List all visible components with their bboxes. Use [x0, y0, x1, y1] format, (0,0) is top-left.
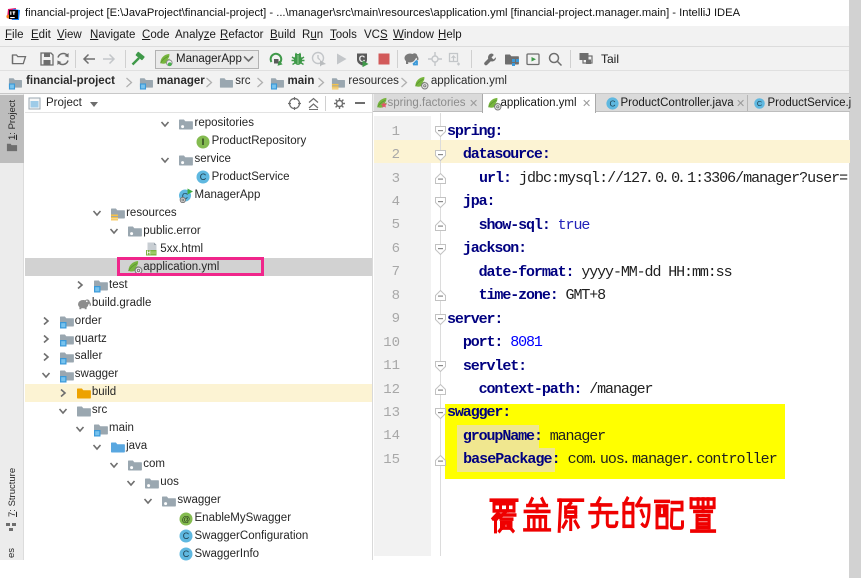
- svg-text:C: C: [183, 549, 190, 559]
- svg-text:C: C: [609, 98, 615, 108]
- svg-text:C: C: [183, 531, 190, 541]
- svg-text:@: @: [182, 513, 191, 523]
- svg-text:C: C: [757, 98, 762, 107]
- svg-text:I: I: [202, 137, 205, 147]
- svg-text:C: C: [200, 172, 207, 182]
- svg-text:H: H: [147, 251, 151, 257]
